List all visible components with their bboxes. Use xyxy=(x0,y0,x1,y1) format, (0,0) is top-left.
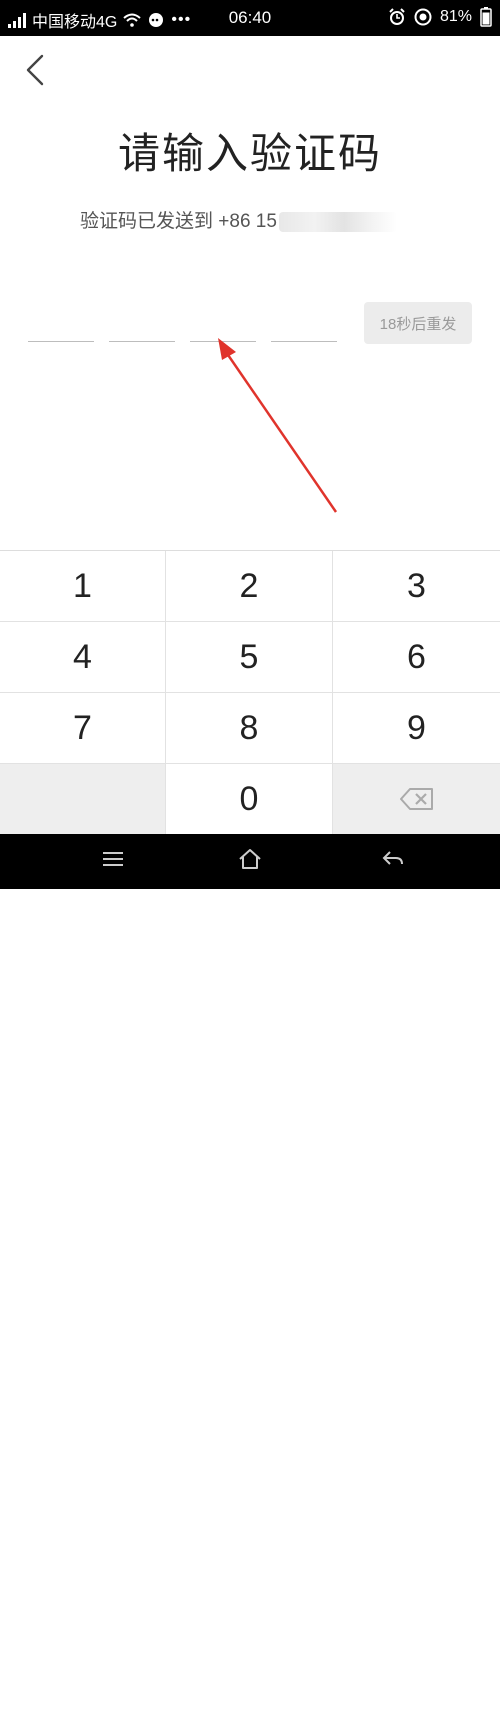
back-chevron-icon[interactable] xyxy=(18,52,54,88)
baidu-jingyan-watermark: Bai 经验 jingyan.baidu.com xyxy=(399,1672,488,1714)
key-3[interactable]: 3 xyxy=(333,551,500,622)
key-2[interactable]: 2 xyxy=(166,551,333,622)
page-title: 请输入验证码 xyxy=(117,130,382,177)
navigation-bar: Bai 经验 jingyan.baidu.com xyxy=(0,834,500,1714)
status-right: 81% xyxy=(388,7,492,27)
home-icon[interactable] xyxy=(238,848,262,870)
key-1[interactable]: 1 xyxy=(0,551,166,622)
menu-icon[interactable] xyxy=(102,850,124,868)
phone-number-redacted xyxy=(278,211,397,232)
resend-button[interactable]: 18秒后重发 xyxy=(364,302,472,344)
sent-to-text: 验证码已发送到 +86 15 xyxy=(80,211,277,232)
battery-percent: 81% xyxy=(439,8,472,25)
sent-to-message: 验证码已发送到 +86 15 xyxy=(80,206,397,233)
code-digit-slot-1[interactable] xyxy=(28,340,94,342)
key-9[interactable]: 9 xyxy=(333,693,500,764)
code-digit-slot-2[interactable] xyxy=(109,340,175,342)
watermark-logo: Bai 经验 xyxy=(403,1677,488,1702)
backspace-icon xyxy=(399,788,433,810)
battery-icon xyxy=(480,7,492,27)
key-5[interactable]: 5 xyxy=(166,622,333,693)
code-digit-slot-3[interactable] xyxy=(190,340,256,342)
key-4[interactable]: 4 xyxy=(0,622,166,693)
numeric-keypad: 1 2 3 4 5 6 7 8 9 0 xyxy=(0,550,500,835)
code-digit-slot-4[interactable] xyxy=(271,340,337,342)
back-nav-icon[interactable] xyxy=(382,850,404,868)
watermark-domain: jingyan.baidu.com xyxy=(399,1702,488,1714)
key-7[interactable]: 7 xyxy=(0,693,166,764)
backspace-key[interactable] xyxy=(333,764,500,835)
key-0[interactable]: 0 xyxy=(166,764,333,835)
status-bar: 中国移动4G ••• 06:40 81% xyxy=(0,0,500,36)
key-blank xyxy=(0,764,166,835)
alarm-icon xyxy=(389,8,405,25)
key-8[interactable]: 8 xyxy=(166,693,333,764)
key-6[interactable]: 6 xyxy=(333,622,500,693)
location-icon xyxy=(414,8,432,26)
